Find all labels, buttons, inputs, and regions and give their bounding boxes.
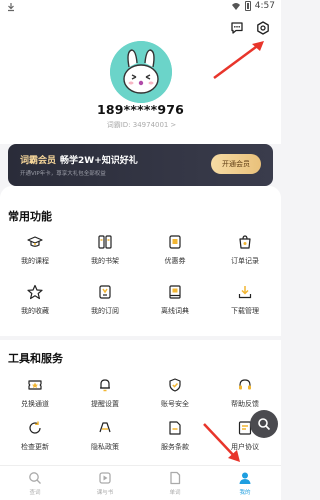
floating-search-button[interactable] [250, 410, 278, 438]
avatar[interactable] [110, 41, 172, 103]
privacy-icon [97, 420, 113, 436]
tab-label: 课与书 [96, 490, 114, 496]
bunny-avatar-icon [110, 41, 172, 103]
subscription-icon [97, 284, 113, 300]
offline-dictionary-icon [167, 284, 183, 300]
coupon-icon [167, 234, 183, 250]
menu-item-check-update[interactable]: 检查更新 [0, 420, 70, 454]
tab-label: 查词 [29, 490, 41, 496]
vip-banner-title: 词霸会员 畅学2W+知识好礼 [20, 153, 138, 166]
menu-item-label: 我的课程 [21, 257, 49, 265]
menu-item-label: 我的收藏 [21, 307, 49, 315]
menu-item-exchange-channel[interactable]: 兑换通道 [0, 377, 70, 411]
chevron-right-icon: > [170, 121, 177, 129]
menu-item-offline-dictionary[interactable]: 离线词典 [140, 284, 210, 318]
menu-item-account-security[interactable]: 账号安全 [140, 377, 210, 411]
star-icon [27, 284, 43, 300]
download-icon [237, 284, 253, 300]
menu-item-order-records[interactable]: 订单记录 [210, 234, 280, 268]
vip-title-rest: 畅学2W+知识好礼 [60, 156, 138, 166]
status-bar: 4:57 [0, 0, 281, 14]
tab-label: 单词 [169, 490, 181, 496]
order-bag-icon [237, 234, 253, 250]
menu-item-my-subscriptions[interactable]: 我的订阅 [70, 284, 140, 318]
menu-item-label: 兑换通道 [21, 400, 49, 408]
bookshelf-icon [97, 234, 113, 250]
vip-banner[interactable]: 词霸会员 畅学2W+知识好礼 开通VIP年卡，尊享大礼包全部权益 开通会员 [8, 144, 273, 186]
tab-words[interactable]: 单词 [140, 470, 210, 496]
person-icon [237, 470, 253, 486]
search-icon [258, 418, 271, 431]
menu-item-label: 检查更新 [21, 443, 49, 451]
menu-item-label: 我的书架 [91, 257, 119, 265]
tab-courses-books[interactable]: 课与书 [70, 470, 140, 496]
tab-label: 我的 [239, 490, 251, 496]
settings-icon[interactable] [253, 18, 273, 38]
menu-item-help-feedback[interactable]: 帮助反馈 [210, 377, 280, 411]
menu-item-privacy-policy[interactable]: 隐私政策 [70, 420, 140, 454]
refresh-icon [27, 420, 43, 436]
download-notification-icon [8, 3, 14, 12]
menu-item-download-management[interactable]: 下载管理 [210, 284, 280, 318]
menu-item-my-courses[interactable]: 我的课程 [0, 234, 70, 268]
menu-item-terms-of-service[interactable]: 服务条款 [140, 420, 210, 454]
vip-banner-subtitle: 开通VIP年卡，尊享大礼包全部权益 [20, 171, 106, 177]
bottom-navigation: 查词 课与书 单词 我的 [0, 465, 281, 500]
menu-item-label: 订单记录 [231, 257, 259, 265]
battery-icon [244, 1, 251, 11]
open-vip-button[interactable]: 开通会员 [211, 154, 261, 174]
menu-item-label: 服务条款 [161, 443, 189, 451]
menu-item-coupons[interactable]: 优惠券 [140, 234, 210, 268]
wifi-icon [231, 3, 240, 10]
common-functions-section: 常用功能 我的课程 我的书架 优惠券 订单记录 我的收藏 我的订阅 离线词典 下… [0, 186, 281, 336]
menu-item-label: 优惠券 [164, 257, 186, 265]
menu-item-reminder-settings[interactable]: 提醒设置 [70, 377, 140, 411]
tab-mine[interactable]: 我的 [210, 470, 280, 496]
menu-item-label: 帮助反馈 [231, 400, 259, 408]
menu-item-my-favorites[interactable]: 我的收藏 [0, 284, 70, 318]
word-card-icon [167, 470, 183, 486]
section-title: 常用功能 [8, 210, 52, 223]
status-time: 4:57 [254, 1, 275, 11]
user-id-text: 词霸ID: 34974001 [106, 121, 169, 129]
menu-item-label: 用户协议 [231, 443, 259, 451]
menu-item-label: 离线词典 [161, 307, 189, 315]
headset-icon [237, 377, 253, 393]
search-icon [27, 470, 43, 486]
document-icon [167, 420, 183, 436]
menu-item-label: 隐私政策 [91, 443, 119, 451]
username: 189*****976 [96, 102, 185, 117]
bell-icon [97, 377, 113, 393]
menu-item-label: 账号安全 [161, 400, 189, 408]
message-icon[interactable] [227, 18, 247, 38]
section-title: 工具和服务 [8, 352, 63, 365]
user-id[interactable]: 词霸ID: 34974001 > [0, 120, 281, 130]
menu-item-my-bookshelf[interactable]: 我的书架 [70, 234, 140, 268]
graduation-cap-icon [27, 234, 43, 250]
play-book-icon [97, 470, 113, 486]
tab-lookup[interactable]: 查词 [0, 470, 70, 496]
menu-item-label: 我的订阅 [91, 307, 119, 315]
menu-item-label: 提醒设置 [91, 400, 119, 408]
shield-icon [167, 377, 183, 393]
vip-title-highlight: 词霸会员 [20, 156, 57, 166]
menu-item-label: 下载管理 [231, 307, 259, 315]
exchange-ticket-icon [27, 377, 43, 393]
profile-header: 189*****976 词霸ID: 34974001 > [0, 14, 281, 144]
